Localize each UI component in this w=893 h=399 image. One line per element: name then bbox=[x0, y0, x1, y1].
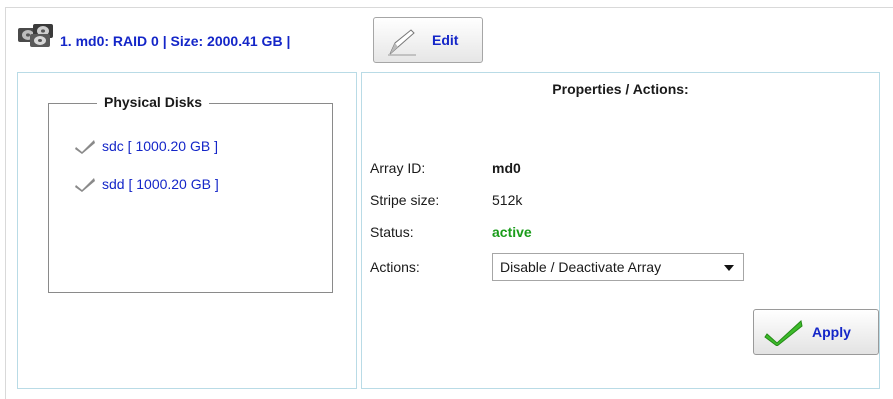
stripe-size-label: Stripe size: bbox=[370, 192, 440, 208]
physical-disks-panel: Physical Disks sdc [ 1000.20 GB ] sdd [ … bbox=[17, 72, 357, 389]
physical-disks-fieldset: Physical Disks sdc [ 1000.20 GB ] sdd [ … bbox=[48, 94, 333, 293]
actions-select[interactable]: Disable / Deactivate Array bbox=[492, 253, 744, 281]
apply-button[interactable]: Apply bbox=[753, 309, 879, 355]
status-label: Status: bbox=[370, 224, 414, 240]
disk-item-sdc[interactable]: sdc [ 1000.20 GB ] bbox=[74, 136, 218, 156]
raid-array-title: 1. md0: RAID 0 | Size: 2000.41 GB | bbox=[60, 33, 291, 49]
pencil-icon bbox=[388, 29, 416, 56]
check-icon bbox=[75, 178, 95, 192]
apply-button-label: Apply bbox=[812, 324, 851, 340]
check-icon bbox=[75, 140, 95, 154]
green-check-icon bbox=[764, 320, 803, 346]
hard-disks-icon bbox=[18, 24, 53, 47]
edit-button[interactable]: Edit bbox=[373, 17, 483, 63]
status-value: active bbox=[492, 224, 532, 240]
properties-actions-panel: Properties / Actions: Array ID: md0 Stri… bbox=[361, 72, 880, 389]
physical-disks-legend: Physical Disks bbox=[97, 94, 210, 110]
disk-item-sdd[interactable]: sdd [ 1000.20 GB ] bbox=[74, 174, 219, 194]
array-id-label: Array ID: bbox=[370, 160, 426, 176]
disk-label: sdc [ 1000.20 GB ] bbox=[102, 138, 218, 154]
array-id-value: md0 bbox=[492, 160, 521, 176]
edit-button-label: Edit bbox=[432, 32, 459, 48]
chevron-down-icon bbox=[724, 265, 734, 271]
actions-selected-value: Disable / Deactivate Array bbox=[500, 259, 662, 275]
stripe-size-value: 512k bbox=[492, 192, 523, 208]
actions-label: Actions: bbox=[370, 259, 420, 275]
properties-title: Properties / Actions: bbox=[552, 81, 689, 97]
disk-label: sdd [ 1000.20 GB ] bbox=[102, 176, 219, 192]
